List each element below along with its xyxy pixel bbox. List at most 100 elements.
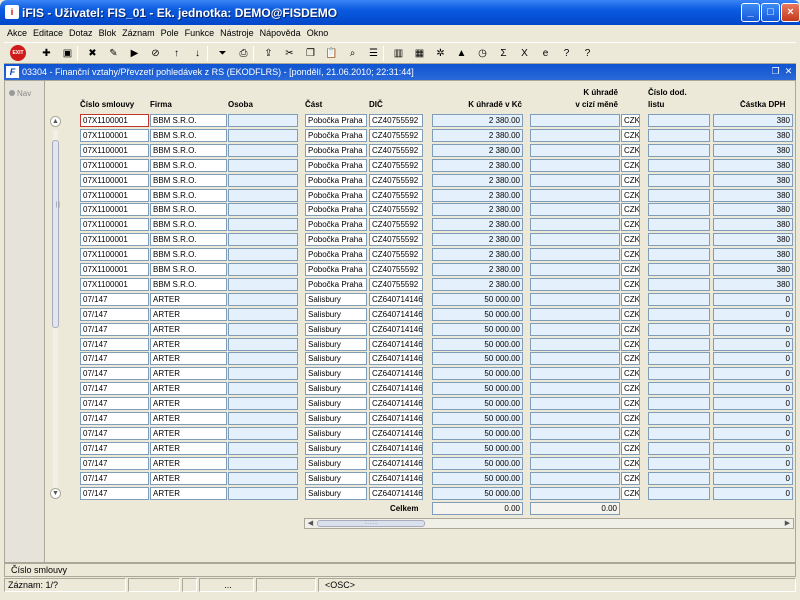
- excel-icon[interactable]: X: [516, 45, 533, 62]
- cell-dph[interactable]: 0: [713, 471, 793, 485]
- cell-cast[interactable]: Pobočka Praha: [305, 158, 367, 172]
- cell-cislo[interactable]: 07/147: [80, 382, 149, 396]
- cell-dph[interactable]: 380: [713, 114, 793, 127]
- cell-cast[interactable]: Salisbury: [305, 456, 367, 470]
- cell-cislo[interactable]: 07/147: [80, 486, 149, 500]
- cell-firma[interactable]: ARTER: [150, 397, 227, 411]
- cell-cast[interactable]: Salisbury: [305, 352, 367, 366]
- cell-cast[interactable]: Pobočka Praha: [305, 203, 367, 217]
- cell-cislo[interactable]: 07X1100001: [80, 128, 149, 142]
- cell-dod[interactable]: [648, 188, 710, 202]
- menu-item-3[interactable]: Blok: [96, 26, 120, 38]
- cell-cast[interactable]: Salisbury: [305, 426, 367, 440]
- cell-dph[interactable]: 380: [713, 173, 793, 187]
- cell-firma[interactable]: ARTER: [150, 426, 227, 440]
- cell-dod[interactable]: [648, 114, 710, 127]
- cell-kc[interactable]: 50 000.00: [432, 397, 523, 411]
- cell-dph[interactable]: 0: [713, 426, 793, 440]
- cell-cislo[interactable]: 07/147: [80, 352, 149, 366]
- cell-dod[interactable]: [648, 397, 710, 411]
- cell-osoba[interactable]: [228, 367, 298, 381]
- enter-query-icon[interactable]: ✎: [105, 45, 122, 62]
- cell-dph[interactable]: 0: [713, 412, 793, 425]
- cell-dic[interactable]: CZ640714146: [369, 352, 423, 366]
- horizontal-scroll-thumb[interactable]: ::::::::: [317, 520, 425, 527]
- filter-icon[interactable]: ⏷: [214, 45, 231, 62]
- cell-kc[interactable]: 2 380.00: [432, 128, 523, 142]
- cell-dod[interactable]: [648, 128, 710, 142]
- cell-firma[interactable]: ARTER: [150, 337, 227, 351]
- menu-item-0[interactable]: Akce: [4, 26, 30, 38]
- cell-cizi[interactable]: [530, 248, 620, 262]
- cell-kc[interactable]: 2 380.00: [432, 248, 523, 262]
- cell-kc[interactable]: 50 000.00: [432, 337, 523, 351]
- maximize-button[interactable]: □: [761, 3, 780, 22]
- cell-cizi[interactable]: [530, 263, 620, 276]
- cell-mena[interactable]: CZK: [621, 382, 640, 396]
- cell-kc[interactable]: 50 000.00: [432, 471, 523, 485]
- cell-firma[interactable]: ARTER: [150, 441, 227, 455]
- ie-icon[interactable]: e: [537, 45, 554, 62]
- cell-firma[interactable]: ARTER: [150, 456, 227, 470]
- cell-osoba[interactable]: [228, 352, 298, 366]
- cell-kc[interactable]: 50 000.00: [432, 352, 523, 366]
- cell-cizi[interactable]: [530, 456, 620, 470]
- cell-kc[interactable]: 50 000.00: [432, 456, 523, 470]
- cell-dph[interactable]: 0: [713, 337, 793, 351]
- cell-dod[interactable]: [648, 292, 710, 306]
- cell-dod[interactable]: [648, 173, 710, 187]
- cell-dph[interactable]: 0: [713, 486, 793, 500]
- cell-mena[interactable]: CZK: [621, 367, 640, 381]
- vertical-scrollbar[interactable]: ▲ ::::::::: ▼: [50, 116, 61, 502]
- cell-cislo[interactable]: 07/147: [80, 367, 149, 381]
- cell-dic[interactable]: CZ40755592: [369, 143, 423, 157]
- new-record-icon[interactable]: ✚: [38, 45, 55, 62]
- cell-dph[interactable]: 0: [713, 322, 793, 336]
- cell-firma[interactable]: BBM S.R.O.: [150, 188, 227, 202]
- cell-kc[interactable]: 50 000.00: [432, 426, 523, 440]
- cell-cislo[interactable]: 07/147: [80, 397, 149, 411]
- cell-cast[interactable]: Pobočka Praha: [305, 143, 367, 157]
- cell-cizi[interactable]: [530, 397, 620, 411]
- cell-mena[interactable]: CZK: [621, 263, 640, 276]
- cell-kc[interactable]: 2 380.00: [432, 203, 523, 217]
- menu-item-9[interactable]: Okno: [304, 26, 332, 38]
- calculator-icon[interactable]: ▦: [411, 45, 428, 62]
- cell-cast[interactable]: Salisbury: [305, 337, 367, 351]
- minimize-button[interactable]: _: [741, 3, 760, 22]
- cell-cizi[interactable]: [530, 382, 620, 396]
- cell-mena[interactable]: CZK: [621, 114, 640, 127]
- cell-cislo[interactable]: 07X1100001: [80, 173, 149, 187]
- cell-cislo[interactable]: 07X1100001: [80, 143, 149, 157]
- horizontal-scrollbar[interactable]: ◀ :::::::: ▶: [304, 518, 794, 529]
- cell-kc[interactable]: 2 380.00: [432, 218, 523, 232]
- cell-kc[interactable]: 50 000.00: [432, 307, 523, 321]
- cell-cizi[interactable]: [530, 158, 620, 172]
- close-form-button[interactable]: ✕: [783, 66, 794, 77]
- cell-cast[interactable]: Salisbury: [305, 471, 367, 485]
- cell-dph[interactable]: 380: [713, 143, 793, 157]
- cell-osoba[interactable]: [228, 114, 298, 127]
- nav-panel[interactable]: Nav: [5, 81, 45, 562]
- cell-mena[interactable]: CZK: [621, 292, 640, 306]
- cell-osoba[interactable]: [228, 441, 298, 455]
- cell-mena[interactable]: CZK: [621, 173, 640, 187]
- cell-dic[interactable]: CZ640714146: [369, 307, 423, 321]
- cell-kc[interactable]: 50 000.00: [432, 412, 523, 425]
- cell-firma[interactable]: BBM S.R.O.: [150, 248, 227, 262]
- cell-dic[interactable]: CZ640714146: [369, 441, 423, 455]
- cell-cizi[interactable]: [530, 322, 620, 336]
- cell-mena[interactable]: CZK: [621, 397, 640, 411]
- cell-dph[interactable]: 380: [713, 233, 793, 247]
- export-icon[interactable]: ⇪: [260, 45, 277, 62]
- cell-dod[interactable]: [648, 412, 710, 425]
- cell-cizi[interactable]: [530, 486, 620, 500]
- cell-firma[interactable]: BBM S.R.O.: [150, 173, 227, 187]
- cell-dod[interactable]: [648, 322, 710, 336]
- cell-firma[interactable]: BBM S.R.O.: [150, 233, 227, 247]
- scroll-down-button[interactable]: ▼: [50, 488, 61, 499]
- cell-dph[interactable]: 0: [713, 382, 793, 396]
- cell-dph[interactable]: 0: [713, 367, 793, 381]
- cell-dic[interactable]: CZ40755592: [369, 233, 423, 247]
- help-pointer-icon[interactable]: ?: [558, 45, 575, 62]
